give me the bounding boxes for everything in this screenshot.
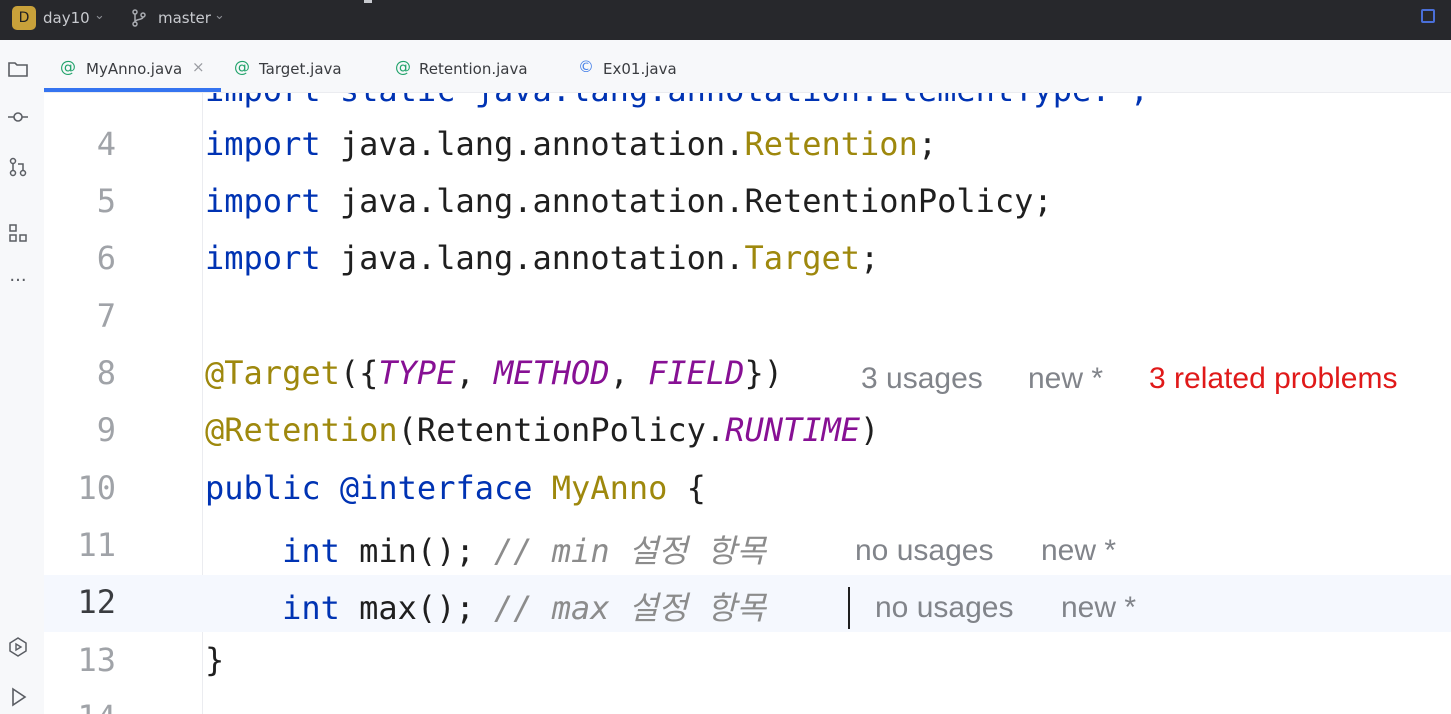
code-line-current: 12 int max(); // max 설정 항목 no usages new… <box>44 575 1451 632</box>
title-fragment <box>364 0 372 3</box>
tab-ex01[interactable]: © Ex01.java <box>577 40 707 92</box>
code-text: int max(); // max 설정 항목 <box>282 589 766 627</box>
line-number: 13 <box>77 641 116 679</box>
structure-icon[interactable] <box>7 222 29 244</box>
code-line: 5 import java.lang.annotation.RetentionP… <box>44 174 1451 231</box>
author-hint[interactable]: new * <box>1061 591 1136 625</box>
author-hint[interactable]: new * <box>1028 362 1103 396</box>
project-name[interactable]: day10 <box>43 9 90 27</box>
pull-request-icon[interactable] <box>7 156 29 178</box>
code-text: @Retention(RetentionPolicy.RUNTIME) <box>205 411 880 449</box>
line-number: 9 <box>96 411 116 449</box>
folder-icon[interactable] <box>7 58 29 80</box>
usages-hint[interactable]: no usages <box>875 591 1013 625</box>
usages-hint[interactable]: no usages <box>855 534 993 568</box>
code-line: 7 <box>44 289 1451 346</box>
code-line: 11 int min(); // min 설정 항목 no usages new… <box>44 518 1451 575</box>
line-number: 12 <box>77 583 116 621</box>
branch-icon[interactable] <box>131 9 147 27</box>
chevron-down-icon[interactable]: ⌄ <box>214 8 225 23</box>
close-icon[interactable]: × <box>192 58 205 76</box>
related-problems-hint[interactable]: 3 related problems <box>1149 362 1397 396</box>
code-line: 9 @Retention(RetentionPolicy.RUNTIME) <box>44 403 1451 460</box>
line-number: 11 <box>77 526 116 564</box>
line-number: 6 <box>96 239 116 277</box>
line-number: 14 <box>44 698 116 714</box>
tab-myanno[interactable]: @ MyAnno.java × <box>44 40 221 92</box>
code-line: import static java.lang.annotation.Eleme… <box>44 93 1451 120</box>
annotation-icon: @ <box>60 57 76 76</box>
code-line: 14 <box>44 690 1451 714</box>
line-number: 8 <box>96 354 116 392</box>
annotation-icon: @ <box>395 57 411 76</box>
tab-label: Retention.java <box>419 60 528 78</box>
usages-hint[interactable]: 3 usages <box>861 362 983 396</box>
code-line: 6 import java.lang.annotation.Target; <box>44 231 1451 288</box>
code-line: 4 import java.lang.annotation.Retention; <box>44 117 1451 174</box>
code-text: } <box>205 641 225 679</box>
code-text: public @interface MyAnno { <box>205 469 706 507</box>
code-text: import java.lang.annotation.RetentionPol… <box>205 182 1053 220</box>
text-caret <box>848 587 850 629</box>
author-hint[interactable]: new * <box>1041 534 1116 568</box>
tab-label: Ex01.java <box>603 60 677 78</box>
code-line: 8 @Target({TYPE, METHOD, FIELD}) 3 usage… <box>44 346 1451 403</box>
code-text: @Target({TYPE, METHOD, FIELD}) <box>205 354 783 392</box>
active-tab-indicator <box>44 88 221 92</box>
editor-tab-bar: @ MyAnno.java × @ Target.java @ Retentio… <box>44 40 1451 93</box>
title-bar: D day10 ⌄ master ⌄ <box>0 0 1451 40</box>
code-line: 10 public @interface MyAnno { <box>44 461 1451 518</box>
services-icon[interactable] <box>7 636 29 658</box>
chevron-down-icon[interactable]: ⌄ <box>94 8 105 23</box>
tab-label: MyAnno.java <box>86 60 183 78</box>
annotation-icon: @ <box>234 57 250 76</box>
line-number: 7 <box>96 297 116 335</box>
commit-icon[interactable] <box>7 106 29 128</box>
line-number: 10 <box>77 469 116 507</box>
code-text: int min(); // min 설정 항목 <box>282 532 766 570</box>
line-number: 5 <box>96 182 116 220</box>
code-text: import java.lang.annotation.Target; <box>205 239 880 277</box>
code-line: 13 } <box>44 633 1451 690</box>
code-text: import java.lang.annotation.Retention; <box>205 125 938 163</box>
line-number: 4 <box>96 125 116 163</box>
tab-target[interactable]: @ Target.java <box>232 40 382 92</box>
branch-name[interactable]: master <box>158 9 211 27</box>
code-editor[interactable]: import static java.lang.annotation.Eleme… <box>44 93 1451 714</box>
tab-label: Target.java <box>259 60 342 78</box>
run-icon[interactable] <box>7 686 29 708</box>
tab-retention[interactable]: @ Retention.java <box>393 40 563 92</box>
window-icon[interactable] <box>1421 9 1435 23</box>
code-text: import static java.lang.annotation.Eleme… <box>205 93 1149 109</box>
more-icon[interactable]: ··· <box>7 270 29 292</box>
tool-window-strip: ··· <box>0 40 45 714</box>
project-badge[interactable]: D <box>12 6 36 30</box>
class-icon: © <box>578 57 594 76</box>
